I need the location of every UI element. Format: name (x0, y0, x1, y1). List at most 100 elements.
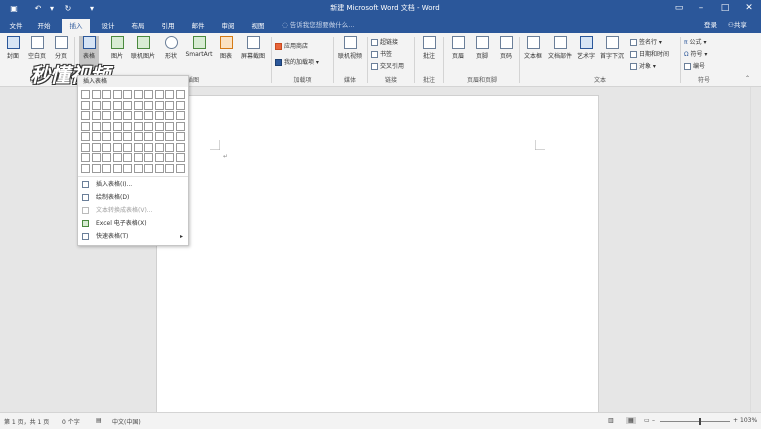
table-grid-cell[interactable] (154, 132, 164, 141)
tell-me-search[interactable]: ◌ 告诉我您想要做什么... (282, 19, 402, 31)
vertical-scrollbar[interactable] (750, 87, 761, 412)
quick-tables-item[interactable]: 快速表格(T) ▸ (78, 230, 188, 243)
table-grid-cell[interactable] (133, 163, 143, 173)
table-grid-cell[interactable] (81, 163, 90, 173)
table-grid-cell[interactable] (123, 100, 132, 110)
signature-line-button[interactable]: 签名行 ▾ (630, 37, 662, 46)
table-grid-cell[interactable] (81, 142, 90, 152)
language-indicator[interactable]: 中文(中国) (112, 417, 141, 426)
print-layout-icon[interactable]: ▦ (626, 417, 636, 424)
customize-quick-access-icon[interactable]: ▾ (86, 3, 98, 14)
tab-insert[interactable]: 插入 (62, 19, 90, 33)
table-grid-cell[interactable] (144, 163, 153, 173)
table-grid-cell[interactable] (81, 90, 90, 99)
page-count[interactable]: 第 1 页，共 1 页 (4, 417, 49, 426)
cross-reference-button[interactable]: 交叉引用 (371, 61, 404, 70)
symbol-button[interactable]: Ω 符号 ▾ (684, 49, 707, 58)
wordart-button[interactable]: 艺术字 (576, 36, 596, 60)
word-count[interactable]: 0 个字 (62, 417, 80, 426)
table-grid-cell[interactable] (144, 111, 153, 120)
sign-in-link[interactable]: 登录 (704, 19, 717, 31)
table-grid-cell[interactable] (144, 121, 153, 131)
tab-review[interactable]: 审阅 (216, 19, 240, 33)
table-grid-cell[interactable] (154, 142, 164, 152)
number-button[interactable]: 编号 (684, 61, 705, 70)
table-grid-cell[interactable] (165, 132, 174, 141)
table-grid-cell[interactable] (91, 100, 101, 110)
my-addins-button[interactable]: 我的加载项 ▾ (275, 57, 319, 66)
table-grid-cell[interactable] (144, 100, 153, 110)
tab-references[interactable]: 引用 (156, 19, 180, 33)
online-picture-button[interactable]: 联机图片 (128, 36, 158, 60)
share-button[interactable]: ⚇共享 (728, 19, 747, 31)
online-video-button[interactable]: 联机视频 (336, 36, 364, 60)
table-grid-cell[interactable] (144, 90, 153, 99)
collapse-ribbon-icon[interactable]: ⌃ (745, 75, 750, 82)
table-grid-cell[interactable] (133, 142, 143, 152)
store-button[interactable]: 应用商店 (275, 41, 308, 50)
table-grid-cell[interactable] (112, 153, 122, 162)
table-grid-cell[interactable] (112, 100, 122, 110)
table-grid-cell[interactable] (165, 100, 174, 110)
table-grid-cell[interactable] (144, 132, 153, 141)
table-grid-cell[interactable] (112, 111, 122, 120)
table-grid-cell[interactable] (102, 153, 111, 162)
table-grid-cell[interactable] (123, 132, 132, 141)
save-icon[interactable]: ▣ (8, 3, 20, 14)
close-icon[interactable]: ✕ (738, 1, 760, 15)
table-grid-cell[interactable] (123, 153, 132, 162)
table-grid-cell[interactable] (133, 121, 143, 131)
page-number-button[interactable]: 页码 (496, 36, 516, 60)
table-grid-cell[interactable] (102, 111, 111, 120)
table-size-grid[interactable] (81, 90, 187, 176)
zoom-slider[interactable] (660, 421, 730, 422)
table-grid-cell[interactable] (91, 90, 101, 99)
table-grid-cell[interactable] (91, 163, 101, 173)
table-grid-cell[interactable] (154, 111, 164, 120)
comment-button[interactable]: 批注 (418, 36, 440, 60)
hyperlink-button[interactable]: 超链接 (371, 37, 398, 46)
table-grid-cell[interactable] (91, 132, 101, 141)
table-grid-cell[interactable] (175, 90, 185, 99)
smartart-button[interactable]: SmartArt (184, 36, 214, 58)
zoom-slider-thumb[interactable] (698, 418, 701, 425)
table-grid-cell[interactable] (91, 142, 101, 152)
quick-parts-button[interactable]: 文档部件 (546, 36, 574, 60)
equation-button[interactable]: π 公式 ▾ (684, 37, 706, 46)
bookmark-button[interactable]: 书签 (371, 49, 392, 58)
table-grid-cell[interactable] (112, 90, 122, 99)
table-grid-cell[interactable] (175, 100, 185, 110)
tab-file[interactable]: 文件 (4, 19, 28, 33)
table-grid-cell[interactable] (154, 121, 164, 131)
zoom-level[interactable]: 103% (740, 417, 757, 424)
zoom-in-icon[interactable]: + (733, 417, 738, 424)
footer-button[interactable]: 页脚 (472, 36, 492, 60)
shapes-button[interactable]: 形状 (161, 36, 181, 60)
table-grid-cell[interactable] (144, 142, 153, 152)
table-grid-cell[interactable] (91, 111, 101, 120)
table-grid-cell[interactable] (102, 132, 111, 141)
table-grid-cell[interactable] (133, 90, 143, 99)
table-grid-cell[interactable] (175, 163, 185, 173)
drop-cap-button[interactable]: 首字下沉 (598, 36, 626, 60)
table-grid-cell[interactable] (81, 153, 90, 162)
header-button[interactable]: 页眉 (448, 36, 468, 60)
blank-page-button[interactable]: 空白页 (26, 36, 48, 60)
web-layout-icon[interactable]: ▭ (644, 417, 650, 424)
document-page[interactable]: ↵ (156, 95, 599, 415)
table-grid-cell[interactable] (165, 153, 174, 162)
table-grid-cell[interactable] (154, 153, 164, 162)
table-grid-cell[interactable] (165, 111, 174, 120)
table-grid-cell[interactable] (112, 142, 122, 152)
table-grid-cell[interactable] (102, 90, 111, 99)
table-grid-cell[interactable] (154, 90, 164, 99)
tab-design[interactable]: 设计 (96, 19, 120, 33)
date-time-button[interactable]: 日期和时间 (630, 49, 669, 58)
table-grid-cell[interactable] (165, 121, 174, 131)
table-grid-cell[interactable] (91, 121, 101, 131)
table-grid-cell[interactable] (102, 100, 111, 110)
chart-button[interactable]: 图表 (217, 36, 235, 60)
page-break-button[interactable]: 分页 (52, 36, 70, 60)
table-grid-cell[interactable] (165, 163, 174, 173)
table-grid-cell[interactable] (123, 90, 132, 99)
